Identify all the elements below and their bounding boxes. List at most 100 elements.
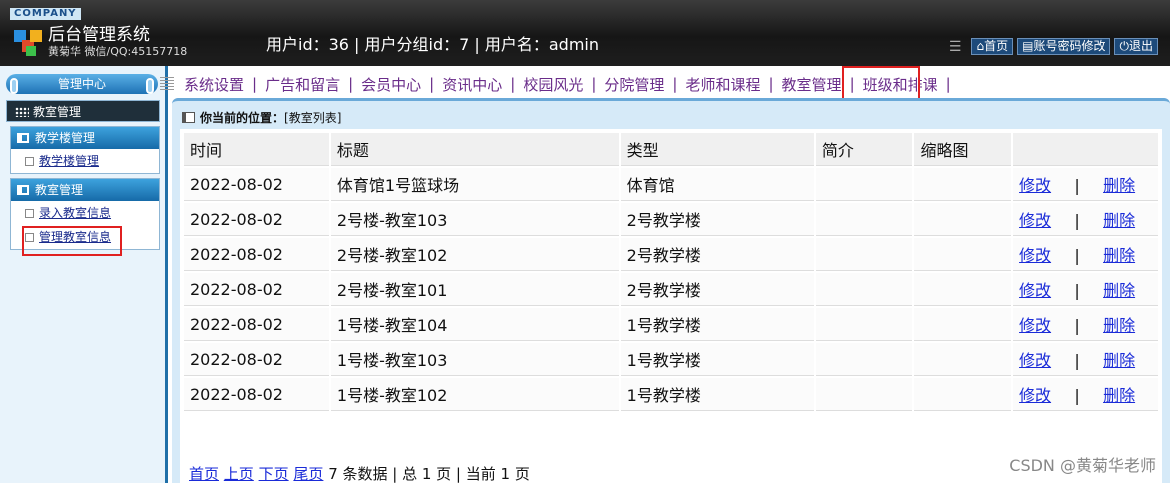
highlight-box [22, 226, 122, 256]
edit-link[interactable]: 修改 [1019, 386, 1051, 405]
nav-classroom-management[interactable]: 教室管理 [774, 74, 850, 95]
header-toolbar: ☰ ⌂首页 ▤账号密码修改 ⏻退出 [949, 38, 1158, 55]
cell-title: 1号楼-教室102 [330, 378, 619, 411]
cell-title: 2号楼-教室103 [330, 203, 619, 236]
edit-link[interactable]: 修改 [1019, 176, 1051, 195]
user-info: 用户id：36 | 用户分组id：7 | 用户名：admin [266, 35, 600, 54]
table-header-row: 时间 标题 类型 简介 缩略图 [184, 133, 1158, 166]
edit-link[interactable]: 修改 [1019, 211, 1051, 230]
cell-thumb [914, 378, 1012, 411]
cell-intro [815, 238, 913, 271]
pager: 首页 上页 下页 尾页 7 条数据 | 总 1 页 | 当前 1 页 [189, 464, 530, 483]
table-row: 2022-08-02 2号楼-教室102 2号教学楼 修改 | 删除 [184, 238, 1158, 271]
edit-link[interactable]: 修改 [1019, 351, 1051, 370]
column-header [1013, 133, 1158, 166]
cell-type: 1号教学楼 [620, 378, 814, 411]
pin-icon [10, 78, 18, 94]
sidebar-group-title[interactable]: 教室管理 [11, 179, 159, 201]
app-header: COMPANY 后台管理系统 黄菊华 微信/QQ:45157718 用户id：3… [0, 0, 1170, 66]
cell-actions: 修改 | 删除 [1013, 168, 1158, 201]
edit-link[interactable]: 修改 [1019, 246, 1051, 265]
sidebar-group-title[interactable]: 教学楼管理 [11, 127, 159, 149]
sidebar-item-add-classroom: 录入教室信息 [11, 201, 159, 225]
column-header: 时间 [184, 133, 329, 166]
cell-time: 2022-08-02 [184, 273, 329, 306]
table-row: 2022-08-02 2号楼-教室103 2号教学楼 修改 | 删除 [184, 203, 1158, 236]
pager-summary: 7 条数据 | 总 1 页 | 当前 1 页 [328, 465, 530, 483]
document-icon [25, 209, 34, 218]
edit-link[interactable]: 修改 [1019, 281, 1051, 300]
sidebar-link-building-manage[interactable]: 教学楼管理 [39, 154, 99, 168]
delete-link[interactable]: 删除 [1103, 211, 1135, 230]
sidebar-group-building: 教学楼管理 教学楼管理 [10, 126, 160, 174]
cell-intro [815, 378, 913, 411]
logout-button[interactable]: ⏻退出 [1114, 38, 1158, 55]
sidebar-active-section[interactable]: 教室管理 [6, 100, 160, 122]
delete-link[interactable]: 删除 [1103, 386, 1135, 405]
nav-branch-management[interactable]: 分院管理 [596, 74, 672, 95]
nav-campus-scenery[interactable]: 校园风光 [515, 74, 591, 95]
cell-time: 2022-08-02 [184, 308, 329, 341]
cell-thumb [914, 273, 1012, 306]
cell-title: 1号楼-教室104 [330, 308, 619, 341]
cell-title: 体育馆1号篮球场 [330, 168, 619, 201]
cell-time: 2022-08-02 [184, 343, 329, 376]
action-separator: | [1074, 351, 1080, 370]
cell-actions: 修改 | 删除 [1013, 343, 1158, 376]
action-separator: | [1074, 176, 1080, 195]
window-icon [182, 112, 195, 123]
delete-link[interactable]: 删除 [1103, 246, 1135, 265]
system-subtitle: 黄菊华 微信/QQ:45157718 [48, 45, 188, 58]
edit-link[interactable]: 修改 [1019, 316, 1051, 335]
cell-time: 2022-08-02 [184, 238, 329, 271]
cell-actions: 修改 | 删除 [1013, 308, 1158, 341]
cell-title: 2号楼-教室101 [330, 273, 619, 306]
pager-first[interactable]: 首页 [189, 465, 219, 483]
system-title: 后台管理系统 [48, 25, 150, 45]
cell-intro [815, 343, 913, 376]
cell-thumb [914, 168, 1012, 201]
table-row: 2022-08-02 体育馆1号篮球场 体育馆 修改 | 删除 [184, 168, 1158, 201]
nav-ads-messages[interactable]: 广告和留言 [257, 74, 348, 95]
cell-thumb [914, 203, 1012, 236]
table-row: 2022-08-02 1号楼-教室104 1号教学楼 修改 | 删除 [184, 308, 1158, 341]
nav-teachers-courses[interactable]: 老师和课程 [677, 74, 768, 95]
pager-last[interactable]: 尾页 [293, 465, 323, 483]
delete-link[interactable]: 删除 [1103, 316, 1135, 335]
cell-type: 2号教学楼 [620, 203, 814, 236]
column-header: 简介 [815, 133, 913, 166]
cell-title: 2号楼-教室102 [330, 238, 619, 271]
table-row: 2022-08-02 1号楼-教室103 1号教学楼 修改 | 删除 [184, 343, 1158, 376]
cell-thumb [914, 308, 1012, 341]
column-header: 类型 [620, 133, 814, 166]
column-header: 标题 [330, 133, 619, 166]
delete-link[interactable]: 删除 [1103, 281, 1135, 300]
company-label: COMPANY [10, 8, 81, 20]
pager-prev[interactable]: 上页 [224, 465, 254, 483]
pager-next[interactable]: 下页 [259, 465, 289, 483]
action-separator: | [1074, 386, 1080, 405]
action-separator: | [1074, 246, 1080, 265]
highlight-box [842, 66, 920, 102]
cell-type: 2号教学楼 [620, 238, 814, 271]
cell-title: 1号楼-教室103 [330, 343, 619, 376]
breadcrumb-current: [教室列表] [284, 111, 342, 125]
delete-link[interactable]: 删除 [1103, 176, 1135, 195]
nav-news-center[interactable]: 资讯中心 [434, 74, 510, 95]
menu-lines-icon [160, 77, 174, 91]
delete-link[interactable]: 删除 [1103, 351, 1135, 370]
sidebar-top-tab[interactable]: 管理中心 [6, 74, 158, 94]
account-password-button[interactable]: ▤账号密码修改 [1017, 38, 1111, 55]
nav-system-settings[interactable]: 系统设置 [176, 74, 252, 95]
cell-type: 体育馆 [620, 168, 814, 201]
pin-icon [146, 78, 154, 94]
action-separator: | [1074, 281, 1080, 300]
cell-actions: 修改 | 删除 [1013, 378, 1158, 411]
home-icon: ⌂ [976, 39, 985, 53]
cell-time: 2022-08-02 [184, 168, 329, 201]
home-button[interactable]: ⌂首页 [971, 38, 1014, 55]
content-area: 时间 标题 类型 简介 缩略图 2022-08-02 体育馆1号篮球场 体育馆 修改 |… [180, 129, 1162, 483]
sidebar-link-add-classroom[interactable]: 录入教室信息 [39, 206, 111, 220]
nav-member-center[interactable]: 会员中心 [353, 74, 429, 95]
cell-intro [815, 273, 913, 306]
